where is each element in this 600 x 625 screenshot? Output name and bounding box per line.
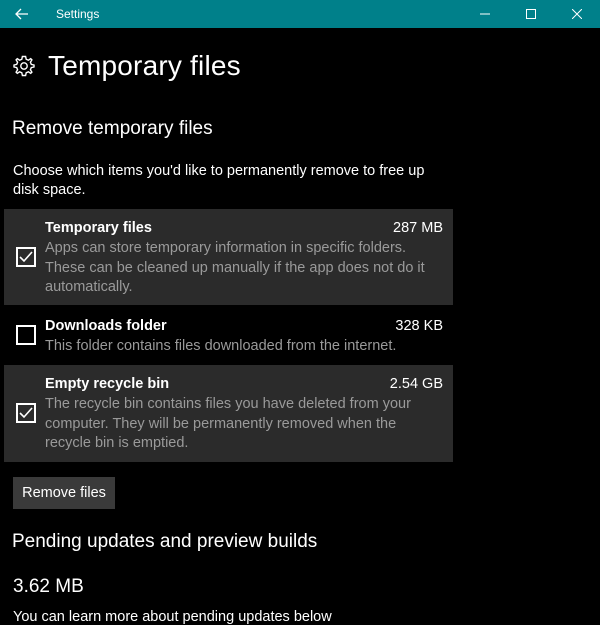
item-name: Temporary files: [45, 220, 152, 236]
minimize-button[interactable]: [462, 0, 508, 28]
item-description: The recycle bin contains files you have …: [45, 396, 411, 451]
checkmark-icon: [19, 251, 33, 263]
app-title: Settings: [56, 7, 100, 21]
window-controls: [462, 0, 600, 28]
remove-section-title: Remove temporary files: [12, 118, 213, 139]
minimize-icon: [480, 13, 490, 15]
list-item-empty-recycle-bin[interactable]: Empty recycle bin 2.54 GB The recycle bi…: [4, 365, 453, 462]
remove-section-description: Choose which items you'd like to permane…: [13, 163, 425, 198]
checkbox-temporary-files[interactable]: [16, 247, 36, 267]
close-button[interactable]: [554, 0, 600, 28]
list-item-temporary-files[interactable]: Temporary files 287 MB Apps can store te…: [4, 209, 453, 305]
page-header: Temporary files: [12, 50, 241, 82]
checkbox-empty-recycle-bin[interactable]: [16, 403, 36, 423]
item-size: 2.54 GB: [389, 376, 443, 392]
item-size: 328 KB: [395, 318, 443, 334]
close-icon: [572, 9, 582, 19]
pending-section-title: Pending updates and preview builds: [12, 531, 318, 552]
back-button[interactable]: [0, 0, 44, 28]
checkmark-icon: [19, 407, 33, 419]
pending-description: You can learn more about pending updates…: [13, 609, 332, 625]
item-name: Empty recycle bin: [45, 376, 170, 392]
item-description: This folder contains files downloaded fr…: [45, 338, 397, 354]
item-size: 287 MB: [393, 220, 443, 236]
title-bar: Settings: [0, 0, 600, 28]
checkbox-downloads-folder[interactable]: [16, 325, 36, 345]
maximize-icon: [526, 9, 536, 19]
item-name: Downloads folder: [45, 318, 167, 334]
pending-size: 3.62 MB: [13, 576, 84, 597]
back-arrow-icon: [15, 8, 28, 20]
maximize-button[interactable]: [508, 0, 554, 28]
remove-files-button[interactable]: Remove files: [13, 477, 115, 509]
gear-icon: [13, 55, 35, 77]
item-description: Apps can store temporary information in …: [45, 240, 425, 295]
page-title: Temporary files: [48, 50, 241, 81]
list-item-downloads-folder[interactable]: Downloads folder 328 KB This folder cont…: [4, 307, 453, 363]
